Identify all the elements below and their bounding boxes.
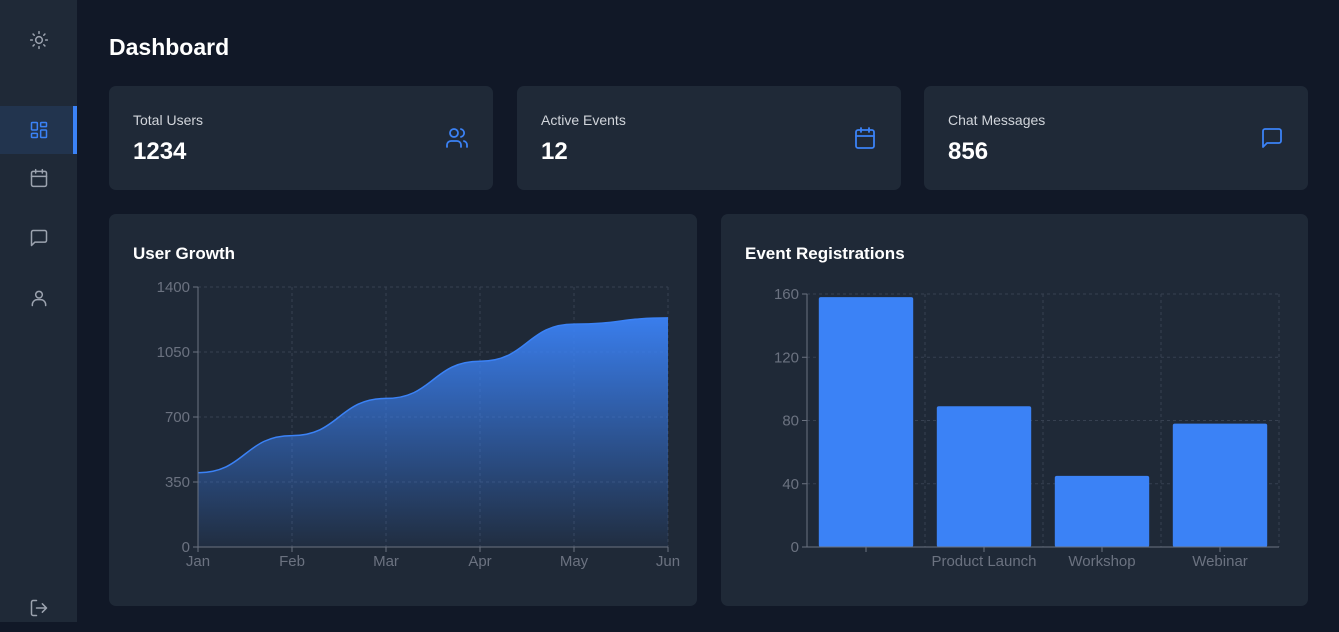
sidebar-item-events[interactable] [0, 154, 77, 202]
y-tick-label: 160 [774, 286, 799, 303]
logout-icon [30, 599, 47, 617]
x-tick-label: Webinar [1192, 553, 1248, 570]
chat-icon [1262, 128, 1282, 148]
stat-value: 1234 [133, 138, 187, 165]
sidebar-item-profile[interactable] [0, 274, 77, 322]
y-tick-label: 80 [782, 413, 799, 430]
calendar-icon [30, 168, 47, 188]
y-tick-label: 1400 [157, 279, 190, 296]
logout-button[interactable] [0, 584, 77, 632]
x-tick-label: Jan [186, 553, 210, 570]
y-tick-label: 700 [165, 409, 190, 426]
x-tick-label: Workshop [1068, 553, 1135, 570]
y-tick-label: 120 [774, 349, 799, 366]
x-tick-label: Product Launch [931, 553, 1036, 570]
sidebar-item-dashboard[interactable] [0, 106, 77, 154]
user-growth-card: User Growth 0 350 700 1050 1400 Jan Feb Mar Apr M… [109, 214, 697, 606]
stat-card-active-events: Active Events 12 [517, 86, 901, 190]
calendar-icon [855, 127, 875, 149]
stat-card-chat-messages: Chat Messages 856 [924, 86, 1308, 190]
bar [1172, 423, 1268, 547]
sun-icon [29, 30, 48, 50]
stat-value: 856 [948, 138, 989, 165]
y-tick-label: 0 [791, 539, 799, 556]
y-tick-label: 1050 [157, 344, 190, 361]
sidebar [0, 0, 77, 622]
x-tick-label: May [560, 553, 589, 570]
bar [818, 297, 914, 547]
stat-card-total-users: Total Users 1234 [109, 86, 493, 190]
users-icon [446, 128, 468, 148]
event-registrations-card: Event Registrations 0 40 80 120 160 Product L… [721, 214, 1308, 606]
stat-label: Active Events [541, 112, 626, 128]
y-tick-label: 350 [165, 474, 190, 491]
stat-label: Total Users [133, 112, 204, 128]
user-icon [31, 290, 46, 307]
user-growth-chart: 035070010501400Jan Feb Mar Apr May Jun [157, 279, 680, 570]
page-title: Dashboard [109, 34, 230, 60]
event-registrations-chart: 0 40 80 120 160 Product Launch Workshop Webinar [774, 286, 1280, 570]
bar [1054, 475, 1150, 547]
x-tick-label: Mar [373, 553, 399, 570]
bar [936, 406, 1032, 547]
stat-value: 12 [541, 138, 568, 165]
x-tick-label: Apr [468, 553, 491, 570]
dashboard-icon [30, 121, 47, 139]
main-content: Dashboard Total Users 1234 Active Events… [77, 0, 1339, 622]
x-tick-label: Jun [656, 553, 680, 570]
y-tick-label: 40 [782, 476, 799, 493]
sidebar-item-chat[interactable] [0, 214, 77, 262]
x-tick-label: Feb [279, 553, 305, 570]
chat-icon [30, 229, 47, 247]
stat-label: Chat Messages [948, 112, 1046, 128]
theme-toggle-button[interactable] [0, 16, 77, 64]
